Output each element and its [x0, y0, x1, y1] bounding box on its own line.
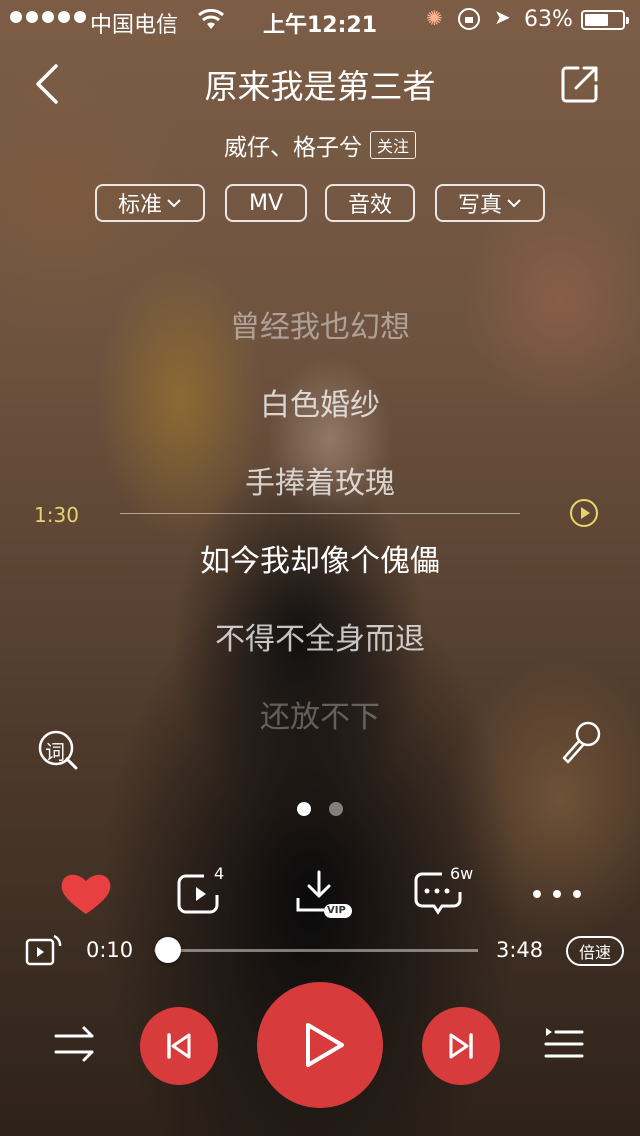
comments-button[interactable]: 6w [412, 864, 473, 920]
battery-percent: 63% [524, 7, 573, 32]
remix-count: 4 [214, 864, 225, 883]
previous-track-button[interactable] [140, 1007, 218, 1085]
status-bar: 中国电信 上午12:21 ✺ ➤ 63% [0, 0, 640, 40]
lyric-line[interactable]: 还放不下 [0, 692, 640, 736]
comment-count: 6w [450, 864, 474, 883]
lyric-search-label: 词 [45, 740, 65, 764]
lyric-line[interactable]: 白色婚纱 [0, 380, 640, 424]
chevron-down-icon [507, 199, 521, 208]
battery-icon [581, 10, 629, 30]
remix-button[interactable]: 4 [174, 864, 234, 920]
lyric-seek-line [120, 513, 520, 514]
activity-spinner-icon: ✺ [426, 6, 443, 30]
photo-select-button[interactable]: 写真 [435, 184, 545, 222]
play-from-lyric-button[interactable] [569, 498, 599, 528]
back-button[interactable] [30, 62, 70, 106]
total-time: 3:48 [496, 938, 544, 962]
lyric-line[interactable]: 不得不全身而退 [0, 614, 640, 658]
next-track-button[interactable] [422, 1007, 500, 1085]
quality-select-button[interactable]: 标准 [95, 184, 205, 222]
play-order-button[interactable] [52, 1022, 100, 1066]
next-icon [449, 1033, 473, 1059]
sound-effects-button[interactable]: 音效 [325, 184, 415, 222]
lyric-line[interactable]: 曾经我也幻想 [0, 302, 640, 346]
page-dot [329, 802, 343, 816]
playlist-icon [544, 1028, 584, 1058]
download-button[interactable]: VIP [294, 868, 354, 920]
follow-button[interactable]: 关注 [369, 131, 416, 159]
play-icon [306, 1023, 344, 1067]
rotation-lock-icon [458, 8, 480, 30]
play-pause-button[interactable] [257, 982, 383, 1108]
progress-row: 0:10 3:48 倍速 [0, 930, 640, 970]
location-arrow-icon: ➤ [494, 5, 511, 29]
microphone-icon[interactable] [556, 718, 604, 766]
current-time: 0:10 [86, 938, 134, 962]
lyric-line[interactable]: 手捧着玫瑰 [0, 458, 640, 502]
more-dots-icon [533, 890, 581, 898]
lyric-search-button[interactable]: 词 [36, 728, 82, 774]
song-title: 原来我是第三者 [204, 67, 436, 106]
progress-track[interactable] [154, 949, 478, 952]
artist-name[interactable]: 威仔、格子兮 [224, 128, 362, 162]
vip-badge: VIP [327, 905, 346, 916]
lyric-line-current[interactable]: 如今我却像个傀儡 [0, 536, 640, 580]
lyric-seek-time: 1:30 [34, 503, 79, 527]
cast-to-device-icon[interactable] [24, 932, 64, 968]
page-dot [297, 802, 311, 816]
mv-button[interactable]: MV [225, 184, 307, 222]
progress-handle[interactable] [155, 937, 182, 963]
quality-label: 标准 [117, 193, 162, 218]
more-options-button[interactable] [530, 868, 584, 920]
chevron-down-icon [167, 199, 181, 208]
playback-speed-button[interactable]: 倍速 [566, 936, 624, 966]
share-button[interactable] [560, 64, 600, 104]
mv-label: MV [248, 190, 284, 216]
heart-icon [61, 874, 111, 914]
sound-effects-label: 音效 [347, 193, 392, 218]
page-indicator [0, 802, 640, 816]
shuffle-icon [54, 1026, 94, 1062]
photo-label: 写真 [457, 193, 502, 218]
artist-row: 威仔、格子兮 关注 [0, 128, 640, 162]
like-button[interactable] [56, 868, 116, 920]
previous-icon [167, 1033, 191, 1059]
playlist-button[interactable] [540, 1022, 586, 1066]
